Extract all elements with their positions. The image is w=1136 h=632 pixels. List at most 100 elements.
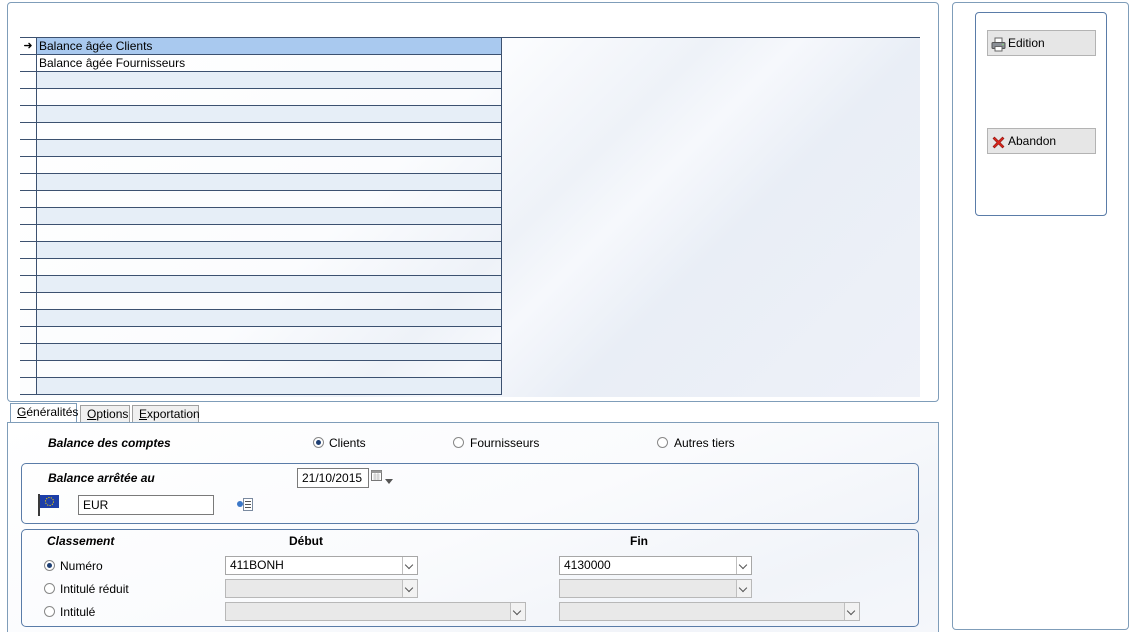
tab-exportation-label: xportation <box>147 407 200 421</box>
row-selector[interactable] <box>20 89 37 105</box>
tab-exportation[interactable]: Exportation <box>132 405 200 422</box>
table-row[interactable]: ➜ Balance âgée Clients <box>20 38 501 55</box>
table-row[interactable] <box>20 106 501 123</box>
numero-debut-value: 411BONH <box>230 558 284 572</box>
tab-generalites[interactable]: Généralités <box>10 403 78 423</box>
chevron-down-icon[interactable] <box>844 603 859 620</box>
radio-clients[interactable] <box>313 437 324 448</box>
chevron-down-icon[interactable] <box>510 603 525 620</box>
row-selector[interactable] <box>20 242 37 258</box>
report-name-cell[interactable] <box>37 191 501 207</box>
report-name-cell[interactable] <box>37 361 501 377</box>
row-selector[interactable] <box>20 157 37 173</box>
row-selector[interactable] <box>20 361 37 377</box>
radio-intitule-reduit-label: Intitulé réduit <box>60 582 129 596</box>
chevron-down-icon[interactable] <box>736 580 751 597</box>
currency-input[interactable]: EUR <box>78 495 214 515</box>
debut-header: Début <box>289 534 323 548</box>
intitule-fin-select[interactable] <box>559 602 860 621</box>
report-name-cell[interactable] <box>37 327 501 343</box>
table-row[interactable] <box>20 259 501 276</box>
report-name-cell[interactable] <box>37 208 501 224</box>
row-selector[interactable] <box>20 106 37 122</box>
table-row[interactable] <box>20 276 501 293</box>
row-selector[interactable] <box>20 72 37 88</box>
radio-intitule-label: Intitulé <box>60 605 96 619</box>
report-name-cell[interactable] <box>37 89 501 105</box>
arrow-right-icon[interactable]: ➜ <box>20 38 37 54</box>
table-row[interactable] <box>20 140 501 157</box>
table-row[interactable] <box>20 208 501 225</box>
table-row[interactable]: Balance âgée Fournisseurs <box>20 55 501 72</box>
report-name-cell[interactable] <box>37 344 501 360</box>
row-selector[interactable] <box>20 191 37 207</box>
table-row[interactable] <box>20 293 501 310</box>
numero-debut-select[interactable]: 411BONH <box>225 556 418 575</box>
radio-numero[interactable] <box>44 560 55 571</box>
report-name-cell[interactable]: Balance âgée Clients <box>37 38 501 54</box>
numero-fin-select[interactable]: 4130000 <box>559 556 752 575</box>
table-row[interactable] <box>20 191 501 208</box>
intitule-reduit-debut-select[interactable] <box>225 579 418 598</box>
report-name-cell[interactable]: Balance âgée Fournisseurs <box>37 55 501 71</box>
row-selector[interactable] <box>20 225 37 241</box>
report-list-area: ➜ Balance âgée Clients Balance âgée Fourni… <box>20 37 920 397</box>
balance-comptes-label: Balance des comptes <box>48 436 171 450</box>
table-row[interactable] <box>20 242 501 259</box>
table-row[interactable] <box>20 89 501 106</box>
table-row[interactable] <box>20 361 501 378</box>
row-selector[interactable] <box>20 208 37 224</box>
radio-intitule[interactable] <box>44 606 55 617</box>
report-name-cell[interactable] <box>37 259 501 275</box>
table-row[interactable] <box>20 174 501 191</box>
report-name-cell[interactable] <box>37 106 501 122</box>
row-selector[interactable] <box>20 123 37 139</box>
report-name-cell[interactable] <box>37 225 501 241</box>
report-name-cell[interactable] <box>37 123 501 139</box>
table-row[interactable] <box>20 344 501 361</box>
table-row[interactable] <box>20 225 501 242</box>
report-name-cell[interactable] <box>37 72 501 88</box>
report-name-cell[interactable] <box>37 378 501 394</box>
date-input[interactable]: 21/10/2015 <box>297 468 369 488</box>
row-selector[interactable] <box>20 276 37 292</box>
abandon-button[interactable]: Abandon <box>987 128 1096 154</box>
row-selector[interactable] <box>20 140 37 156</box>
report-name-cell[interactable] <box>37 276 501 292</box>
table-row[interactable] <box>20 72 501 89</box>
row-selector[interactable] <box>20 55 37 71</box>
table-row[interactable] <box>20 310 501 327</box>
row-selector[interactable] <box>20 293 37 309</box>
radio-autres-tiers[interactable] <box>657 437 668 448</box>
tab-options[interactable]: Options <box>80 405 130 422</box>
table-row[interactable] <box>20 157 501 174</box>
report-name-cell[interactable] <box>37 174 501 190</box>
radio-fournisseurs[interactable] <box>453 437 464 448</box>
report-name-cell[interactable] <box>37 242 501 258</box>
tab-options-label: ptions <box>96 407 129 421</box>
report-name-cell[interactable] <box>37 140 501 156</box>
intitule-reduit-fin-select[interactable] <box>559 579 752 598</box>
table-row[interactable] <box>20 123 501 140</box>
calendar-icon[interactable] <box>371 470 382 481</box>
report-name-cell[interactable] <box>37 310 501 326</box>
report-name-cell[interactable] <box>37 293 501 309</box>
radio-autres-tiers-label: Autres tiers <box>674 436 735 450</box>
chevron-down-icon[interactable] <box>402 580 417 597</box>
row-selector[interactable] <box>20 259 37 275</box>
chevron-down-icon[interactable] <box>736 557 751 574</box>
row-selector[interactable] <box>20 344 37 360</box>
intitule-debut-select[interactable] <box>225 602 526 621</box>
row-selector[interactable] <box>20 327 37 343</box>
radio-intitule-reduit[interactable] <box>44 583 55 594</box>
row-selector[interactable] <box>20 174 37 190</box>
edition-button[interactable]: Edition <box>987 30 1096 56</box>
row-selector[interactable] <box>20 378 37 394</box>
table-row[interactable] <box>20 378 501 395</box>
row-selector[interactable] <box>20 310 37 326</box>
report-name-cell[interactable] <box>37 157 501 173</box>
chevron-down-icon[interactable] <box>402 557 417 574</box>
date-dropdown-icon[interactable] <box>385 473 393 484</box>
list-icon[interactable] <box>236 497 254 512</box>
table-row[interactable] <box>20 327 501 344</box>
